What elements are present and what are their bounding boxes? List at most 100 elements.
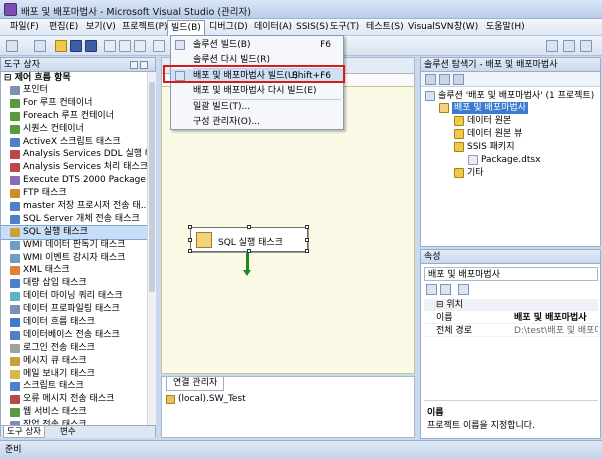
properties-icon[interactable] — [580, 40, 592, 52]
sql-task-box[interactable]: SQL 실행 태스크 — [188, 225, 309, 253]
toolbox-item[interactable]: ActiveX 스크립트 태스크 — [1, 136, 147, 149]
toolbox-item[interactable]: 스크립트 태스크 — [1, 380, 147, 393]
tab-toolbox[interactable]: 도구 상자 — [3, 426, 45, 438]
open-folder-icon[interactable] — [55, 40, 67, 52]
toolbox-item[interactable]: WMI 이벤트 감시자 태스크 — [1, 252, 147, 265]
tab-variables[interactable]: 변수 — [57, 426, 79, 438]
show-all-files-icon[interactable] — [439, 74, 450, 85]
task-icon — [10, 86, 20, 95]
toolbox-item[interactable]: 시퀀스 컨테이너 — [1, 123, 147, 136]
menu-debug[interactable]: 디버그(D) — [206, 21, 251, 34]
task-icon — [10, 382, 20, 392]
toolbox-item[interactable]: SQL 실행 태스크 — [1, 224, 147, 240]
connection-item[interactable]: (local).SW_Test — [166, 394, 246, 404]
menu-project[interactable]: 프로젝트(P) — [119, 21, 171, 34]
paste-icon[interactable] — [134, 40, 146, 52]
menu-ssis[interactable]: SSIS(S) — [293, 21, 332, 34]
solution-explorer-icon[interactable] — [563, 40, 575, 52]
copy-icon[interactable] — [119, 40, 131, 52]
menu-edit[interactable]: 편집(E) — [46, 21, 81, 34]
resize-handle[interactable] — [305, 249, 309, 253]
save-all-icon[interactable] — [85, 40, 97, 52]
title-bar: 배포 및 배포마법사 - Microsoft Visual Studio (관리… — [0, 0, 602, 19]
menu-build[interactable]: 빌드(B) — [167, 20, 205, 36]
toolbox-group-control-flow[interactable]: ⊟ 제어 흐름 항목 — [1, 72, 147, 84]
tree-data-sources[interactable]: 데이터 원본 — [454, 115, 511, 127]
toolbox-item[interactable]: 데이터 프로파일링 태스크 — [1, 303, 147, 316]
close-icon[interactable] — [140, 61, 148, 69]
toolbox-item[interactable]: 메일 보내기 태스크 — [1, 368, 147, 381]
menu-window[interactable]: 창(W) — [451, 21, 481, 34]
add-item-icon[interactable] — [34, 40, 46, 52]
menu-item-batch-build[interactable]: 일괄 빌드(T)... — [171, 100, 343, 114]
resize-handle[interactable] — [305, 225, 309, 229]
find-icon[interactable] — [546, 40, 558, 52]
toolbox-scrollbar[interactable] — [147, 72, 156, 425]
resize-handle[interactable] — [305, 238, 309, 242]
toolbox-item[interactable]: 메시지 큐 태스크 — [1, 355, 147, 368]
toolbox-item[interactable]: Foreach 루프 컨테이너 — [1, 110, 147, 123]
menu-tools[interactable]: 도구(T) — [327, 21, 362, 34]
toolbox-item[interactable]: 데이터베이스 전송 태스크 — [1, 329, 147, 342]
undo-icon[interactable] — [153, 40, 165, 52]
toolbox-item[interactable]: 데이터 마이닝 쿼리 태스크 — [1, 290, 147, 303]
tree-data-source-views[interactable]: 데이터 원본 뷰 — [454, 128, 522, 140]
refresh-icon[interactable] — [453, 74, 464, 85]
toolbox-item[interactable]: WMI 데이터 판독기 태스크 — [1, 239, 147, 252]
menu-view[interactable]: 보기(V) — [83, 21, 119, 34]
task-icon — [10, 395, 20, 405]
scroll-thumb[interactable] — [149, 82, 155, 292]
tree-package-file[interactable]: Package.dtsx — [468, 154, 540, 166]
toolbox-item[interactable]: For 루프 컨테이너 — [1, 97, 147, 110]
properties-object-selector[interactable]: 배포 및 배포마법사 — [424, 267, 598, 281]
toolbox-item[interactable]: SQL Server 개체 전송 태스크 — [1, 213, 147, 226]
resize-handle[interactable] — [188, 225, 192, 229]
sql-task-icon — [196, 232, 212, 248]
task-icon — [10, 292, 20, 302]
resize-handle[interactable] — [188, 238, 192, 242]
menu-item-build-solution[interactable]: 솔루션 빌드(B) F6 — [171, 38, 343, 52]
save-icon[interactable] — [70, 40, 82, 52]
properties-icon[interactable] — [425, 74, 436, 85]
pin-icon[interactable] — [130, 61, 138, 69]
toolbox-item[interactable]: 로그인 전송 태스크 — [1, 342, 147, 355]
menu-item-rebuild-project[interactable]: 배포 및 배포마법사 다시 빌드(E) — [171, 84, 343, 98]
alphabetical-icon[interactable] — [440, 284, 451, 295]
menu-data[interactable]: 데이터(A) — [251, 21, 295, 34]
tree-project[interactable]: 배포 및 배포마법사 — [439, 102, 528, 114]
connection-icon — [166, 395, 175, 404]
arrow-head-icon — [243, 270, 251, 276]
cut-icon[interactable] — [104, 40, 116, 52]
tree-solution[interactable]: 솔루션 '배포 및 배포마법사' (1 프로젝트) — [425, 90, 594, 102]
property-row[interactable]: 전체 경로 D:\test\배포 및 배포마법사 — [424, 325, 598, 337]
toolbox-item[interactable]: 오류 메시지 전송 태스크 — [1, 393, 147, 406]
property-pages-icon[interactable] — [458, 284, 469, 295]
resize-handle[interactable] — [188, 249, 192, 253]
menu-file[interactable]: 파일(F) — [7, 21, 42, 34]
toolbox-header: 도구 상자 — [1, 58, 155, 72]
toolbox-item[interactable]: Analysis Services 처리 태스크 — [1, 161, 147, 174]
status-bar: 준비 — [0, 440, 602, 459]
menu-item-config-manager[interactable]: 구성 관리자(O)... — [171, 115, 343, 129]
toolbox-item[interactable]: 포인터 — [1, 84, 147, 97]
task-icon — [10, 253, 20, 263]
toolbox-item[interactable]: FTP 태스크 — [1, 187, 147, 200]
new-project-icon[interactable] — [6, 40, 18, 52]
toolbox-item[interactable]: 데이터 흐름 태스크 — [1, 316, 147, 329]
property-category[interactable]: ⊟ 위치 — [424, 299, 598, 311]
tree-misc[interactable]: 기타 — [454, 167, 484, 179]
menu-help[interactable]: 도움말(H) — [483, 21, 528, 34]
toolbox-item[interactable]: 대량 삽입 태스크 — [1, 277, 147, 290]
categorized-icon[interactable] — [426, 284, 437, 295]
menu-visualsvn[interactable]: VisualSVN — [405, 21, 456, 34]
property-row[interactable]: 이름 배포 및 배포마법사 — [424, 312, 598, 324]
tree-ssis-packages[interactable]: SSIS 패키지 — [454, 141, 515, 153]
toolbox-item[interactable]: master 저장 프로시저 전송 태... — [1, 200, 147, 213]
toolbox-item[interactable]: Execute DTS 2000 Package Task — [1, 174, 147, 187]
resize-handle[interactable] — [247, 225, 251, 229]
toolbox-item[interactable]: 웹 서비스 태스크 — [1, 406, 147, 419]
tab-connection-manager[interactable]: 연결 관리자 — [166, 377, 225, 391]
toolbox-item[interactable]: XML 태스크 — [1, 264, 147, 277]
toolbox-item[interactable]: Analysis Services DDL 실행 태... — [1, 148, 147, 161]
menu-test[interactable]: 테스트(S) — [363, 21, 407, 34]
